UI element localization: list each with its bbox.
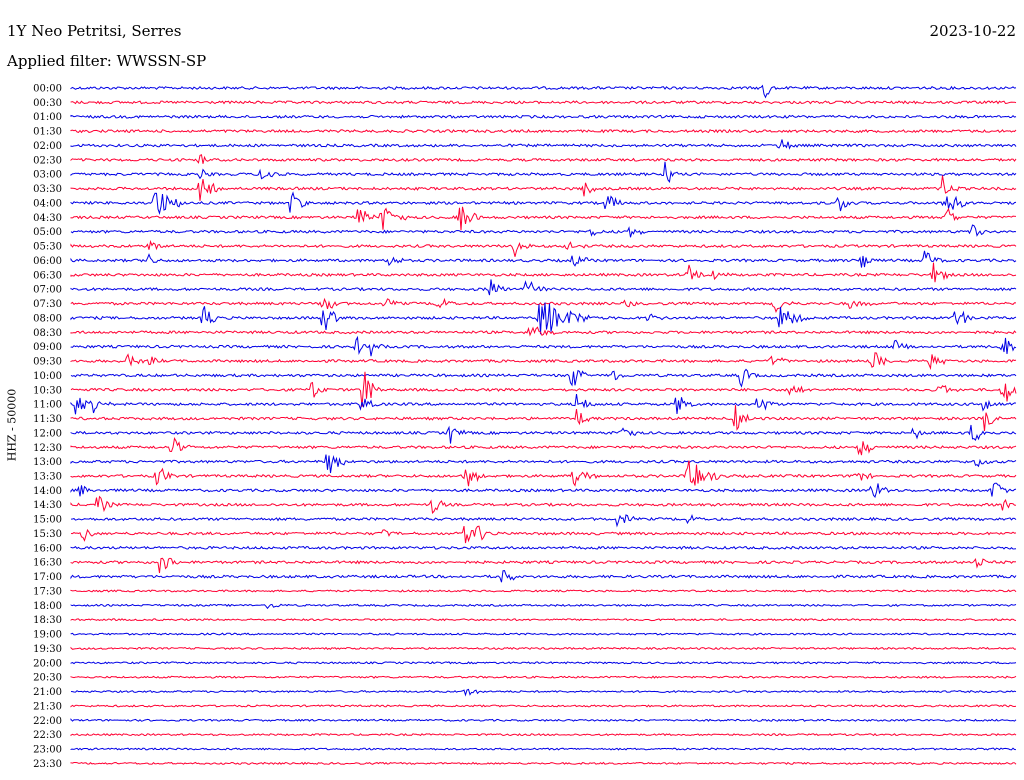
- trace-line: [70, 545, 1017, 550]
- trace-line: [70, 495, 1017, 514]
- time-label: 10:30: [33, 385, 62, 396]
- time-label: 17:30: [33, 586, 62, 597]
- time-label: 04:30: [33, 213, 62, 224]
- trace-line: [70, 718, 1017, 722]
- trace-line: [70, 161, 1017, 183]
- time-label: 21:30: [33, 701, 62, 712]
- time-label: 22:30: [33, 730, 62, 741]
- trace-line: [70, 454, 1017, 474]
- trace-group: [70, 84, 1017, 766]
- time-label: 09:00: [33, 342, 62, 353]
- time-label: 16:00: [33, 543, 62, 554]
- helicorder-plot: 00:00 00:30 01:00 01:30 02:00 02:30 03:00 03:30…: [33, 84, 1017, 770]
- time-label: 02:00: [33, 141, 62, 152]
- time-label: 12:30: [33, 443, 62, 454]
- time-label: 06:00: [33, 256, 62, 267]
- trace-line: [70, 297, 1017, 314]
- trace-line: [70, 618, 1017, 622]
- trace-line: [70, 688, 1017, 697]
- trace-line: [70, 761, 1017, 766]
- time-label: 19:30: [33, 644, 62, 655]
- trace-line: [70, 646, 1017, 651]
- trace-line: [70, 335, 1017, 357]
- time-label: 15:00: [33, 515, 62, 526]
- trace-line: [70, 262, 1017, 283]
- trace-line: [70, 239, 1017, 257]
- trace-line: [70, 206, 1017, 231]
- time-label: 14:00: [33, 486, 62, 497]
- trace-line: [70, 368, 1017, 388]
- trace-line: [70, 603, 1017, 610]
- trace-line: [70, 424, 1017, 444]
- time-label: 05:30: [33, 242, 62, 253]
- time-label: 20:00: [33, 658, 62, 669]
- time-label: 02:30: [33, 155, 62, 166]
- trace-line: [70, 482, 1017, 499]
- time-label: 03:00: [33, 170, 62, 181]
- trace-line: [70, 114, 1017, 119]
- trace-line: [70, 394, 1017, 415]
- time-label: 23:30: [33, 759, 62, 770]
- time-label: 03:30: [33, 184, 62, 195]
- trace-line: [70, 191, 1017, 215]
- time-label: 00:30: [33, 98, 62, 109]
- trace-line: [70, 154, 1017, 164]
- time-label: 11:00: [33, 400, 62, 411]
- trace-line: [70, 371, 1017, 407]
- time-label: 16:30: [33, 558, 62, 569]
- trace-line: [70, 704, 1017, 708]
- trace-line: [70, 302, 1017, 335]
- trace-line: [70, 747, 1017, 751]
- time-label: 08:00: [33, 313, 62, 324]
- trace-line: [70, 675, 1017, 679]
- time-label: 18:30: [33, 615, 62, 626]
- time-label: 23:00: [33, 745, 62, 756]
- time-label: 19:00: [33, 630, 62, 641]
- trace-line: [70, 352, 1017, 371]
- trace-line: [70, 514, 1017, 528]
- trace-line: [70, 570, 1017, 583]
- time-label: 15:30: [33, 529, 62, 540]
- trace-line: [70, 632, 1017, 636]
- trace-line: [70, 100, 1017, 105]
- trace-line: [70, 733, 1017, 737]
- trace-line: [70, 557, 1017, 574]
- trace-line: [70, 175, 1017, 201]
- trace-line: [70, 139, 1017, 150]
- time-label: 05:00: [33, 227, 62, 238]
- time-label: 13:00: [33, 457, 62, 468]
- trace-line: [70, 436, 1017, 456]
- trace-line: [70, 250, 1017, 268]
- trace-line: [70, 460, 1017, 487]
- time-label: 00:00: [33, 84, 62, 95]
- trace-line: [70, 326, 1017, 337]
- time-label: 20:30: [33, 673, 62, 684]
- trace-line: [70, 589, 1017, 593]
- time-label: 04:00: [33, 198, 62, 209]
- time-label: 21:00: [33, 687, 62, 698]
- time-label-group: 00:00 00:30 01:00 01:30 02:00 02:30 03:00 03:30…: [33, 84, 62, 770]
- time-label: 17:00: [33, 572, 62, 583]
- trace-line: [70, 224, 1017, 238]
- time-label: 22:00: [33, 716, 62, 727]
- trace-line: [70, 661, 1017, 665]
- trace-line: [70, 525, 1017, 544]
- time-label: 13:30: [33, 471, 62, 482]
- time-label: 12:00: [33, 428, 62, 439]
- trace-line: [70, 279, 1017, 296]
- time-label: 18:00: [33, 601, 62, 612]
- time-label: 06:30: [33, 270, 62, 281]
- time-label: 07:30: [33, 299, 62, 310]
- time-label: 10:00: [33, 371, 62, 382]
- trace-line: [70, 405, 1017, 431]
- time-label: 01:00: [33, 112, 62, 123]
- time-label: 01:30: [33, 127, 62, 138]
- time-label: 07:00: [33, 285, 62, 296]
- trace-line: [70, 84, 1017, 99]
- time-label: 09:30: [33, 357, 62, 368]
- time-label: 11:30: [33, 414, 62, 425]
- time-label: 08:30: [33, 328, 62, 339]
- time-label: 14:30: [33, 500, 62, 511]
- trace-line: [70, 128, 1017, 134]
